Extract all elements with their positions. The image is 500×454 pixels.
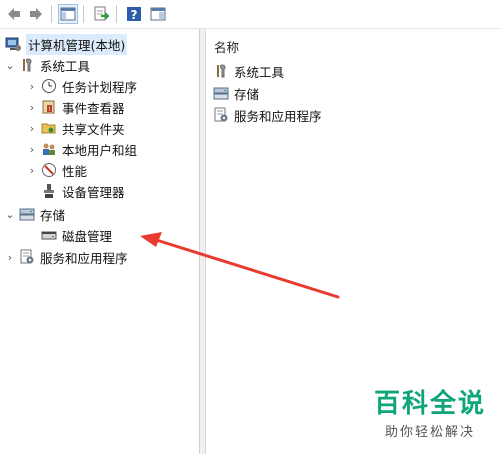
watermark-subtitle: 助你轻松解决 (384, 425, 475, 440)
watermark-title: 百科全说 (373, 389, 486, 419)
annotation-arrow (140, 232, 340, 299)
watermark: 百科全说 助你轻松解决 (374, 389, 486, 440)
